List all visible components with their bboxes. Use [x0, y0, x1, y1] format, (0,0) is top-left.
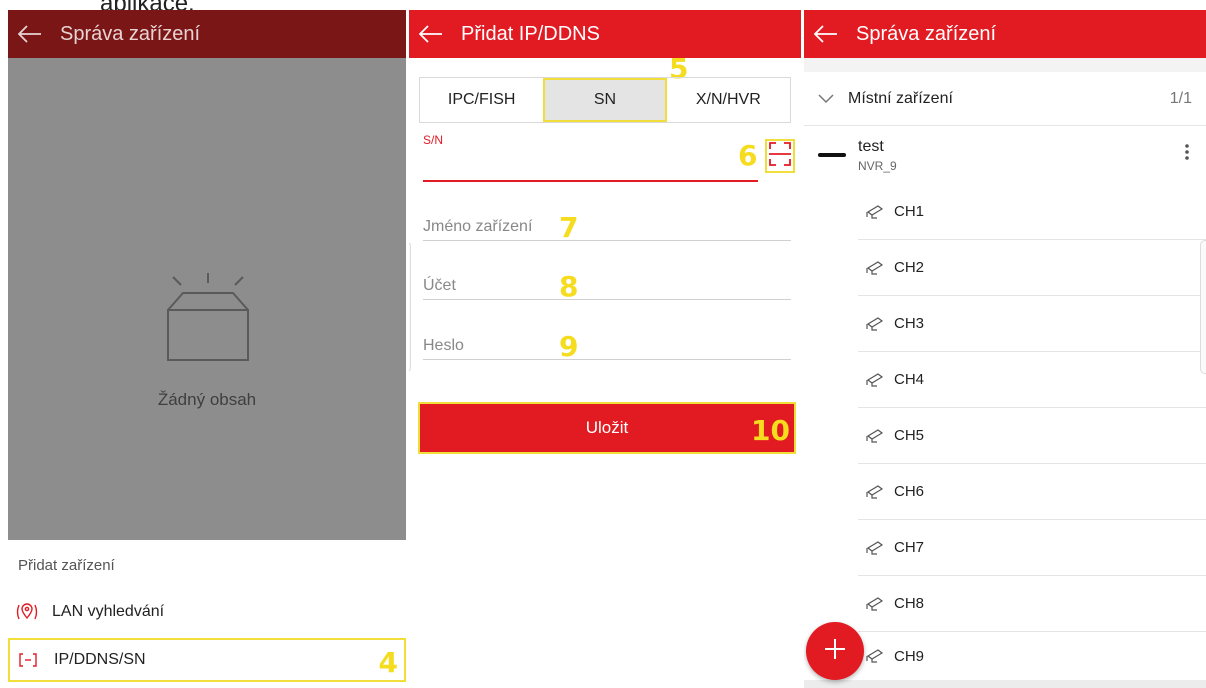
add-device-button[interactable] [806, 622, 864, 680]
channel-label: CH5 [894, 427, 925, 444]
camera-icon [866, 204, 884, 220]
page-title: Správa zařízení [60, 22, 201, 45]
list-bottom [804, 680, 1206, 688]
channel-label: CH6 [894, 483, 925, 500]
camera-icon [866, 260, 884, 276]
app-bar: Správa zařízení [8, 10, 406, 58]
panel-add-ip-ddns: Přidat IP/DDNS 5 IPC/FISH SN X/N/HVR S/N… [409, 10, 801, 688]
tab-sn[interactable]: SN [543, 78, 667, 122]
device-group-header[interactable]: Místní zařízení 1/1 [804, 72, 1206, 126]
empty-box-icon [153, 265, 263, 380]
ip-device-icon [18, 653, 40, 667]
channel-label: CH8 [894, 595, 925, 612]
side-edge [1200, 240, 1206, 374]
step-marker: 6 [738, 139, 758, 172]
sheet-title: Přidat zařízení [18, 557, 115, 574]
camera-icon [866, 484, 884, 500]
page-title: Přidat IP/DDNS [461, 22, 600, 45]
step-marker: 8 [559, 270, 579, 303]
group-count: 1/1 [1169, 89, 1192, 107]
account-placeholder: Účet [423, 277, 456, 294]
device-name-placeholder: Jméno zařízení [423, 218, 533, 235]
channel-label: CH4 [894, 371, 925, 388]
channel-row[interactable]: CH4 [858, 352, 1206, 408]
channel-label: CH9 [894, 647, 925, 665]
camera-icon [866, 596, 884, 612]
scan-button[interactable] [765, 139, 795, 173]
type-segmented-control: IPC/FISH SN X/N/HVR [419, 77, 791, 123]
password-placeholder: Heslo [423, 337, 464, 354]
list-top-gap [804, 58, 1206, 72]
device-name-input[interactable]: Jméno zařízení 7 [423, 207, 791, 244]
account-input[interactable]: Účet 8 [423, 266, 791, 303]
device-row[interactable]: test NVR_9 [804, 126, 1206, 184]
channel-label: CH7 [894, 539, 925, 556]
screenshot-page: aplikace. Správa zařízení Žádný obsah Př… [0, 0, 1206, 688]
ip-ddns-sn-label: IP/DDNS/SN [54, 651, 146, 668]
nvr-device-icon [818, 153, 846, 157]
camera-icon [866, 372, 884, 388]
device-type: NVR_9 [858, 159, 897, 173]
channel-row[interactable]: CH8 [858, 576, 1206, 632]
password-input[interactable]: Heslo 9 [423, 326, 791, 363]
sn-input[interactable] [423, 180, 758, 182]
channel-row[interactable]: CH1 [858, 184, 1206, 240]
step-marker: 7 [559, 211, 579, 244]
app-bar: Přidat IP/DDNS [409, 10, 801, 58]
chevron-down-icon [818, 93, 834, 104]
lan-search-option[interactable]: LAN vyhledvání [8, 590, 406, 634]
channel-row[interactable]: CH5 [858, 408, 1206, 464]
step-marker: 4 [378, 646, 398, 679]
channel-row[interactable]: CH9 [858, 628, 1206, 684]
location-pin-icon [16, 603, 38, 621]
panel-device-list: Správa zařízení Místní zařízení 1/1 test… [804, 10, 1206, 688]
app-bar: Správa zařízení [804, 10, 1206, 58]
panel-device-management-empty: Správa zařízení Žádný obsah Přidat zaříz… [8, 10, 406, 688]
empty-state-text: Žádný obsah [157, 390, 257, 409]
camera-icon [866, 540, 884, 556]
channel-label: CH3 [894, 315, 925, 332]
save-button-label: Uložit [585, 418, 629, 437]
back-arrow-icon[interactable] [419, 25, 445, 43]
channel-label: CH2 [894, 259, 925, 276]
channel-row[interactable]: CH7 [858, 520, 1206, 576]
channel-label: CH1 [894, 203, 925, 220]
step-marker: 10 [751, 414, 790, 447]
tab-x-n-hvr[interactable]: X/N/HVR [667, 78, 790, 122]
side-edge [409, 242, 411, 372]
device-name: test [858, 138, 884, 155]
camera-icon [866, 316, 884, 332]
back-arrow-icon[interactable] [814, 25, 840, 43]
channel-row[interactable]: CH2 [858, 240, 1206, 296]
tab-ipc-fish[interactable]: IPC/FISH [420, 78, 543, 122]
camera-icon [866, 648, 884, 664]
sn-field-label: S/N [423, 133, 444, 147]
sheet-divider [8, 540, 406, 548]
step-marker: 9 [559, 330, 579, 363]
channel-row[interactable]: CH6 [858, 464, 1206, 520]
group-label: Místní zařízení [848, 89, 953, 107]
ip-ddns-sn-option[interactable]: IP/DDNS/SN 4 [8, 638, 406, 682]
more-vertical-icon[interactable] [1184, 142, 1190, 167]
back-arrow-icon[interactable] [18, 25, 44, 43]
page-title: Správa zařízení [856, 22, 997, 45]
plus-icon [823, 637, 847, 666]
scan-icon [769, 141, 791, 171]
save-button[interactable]: Uložit 10 [418, 402, 796, 454]
lan-search-label: LAN vyhledvání [52, 603, 165, 620]
camera-icon [866, 428, 884, 444]
channel-row[interactable]: CH3 [858, 296, 1206, 352]
